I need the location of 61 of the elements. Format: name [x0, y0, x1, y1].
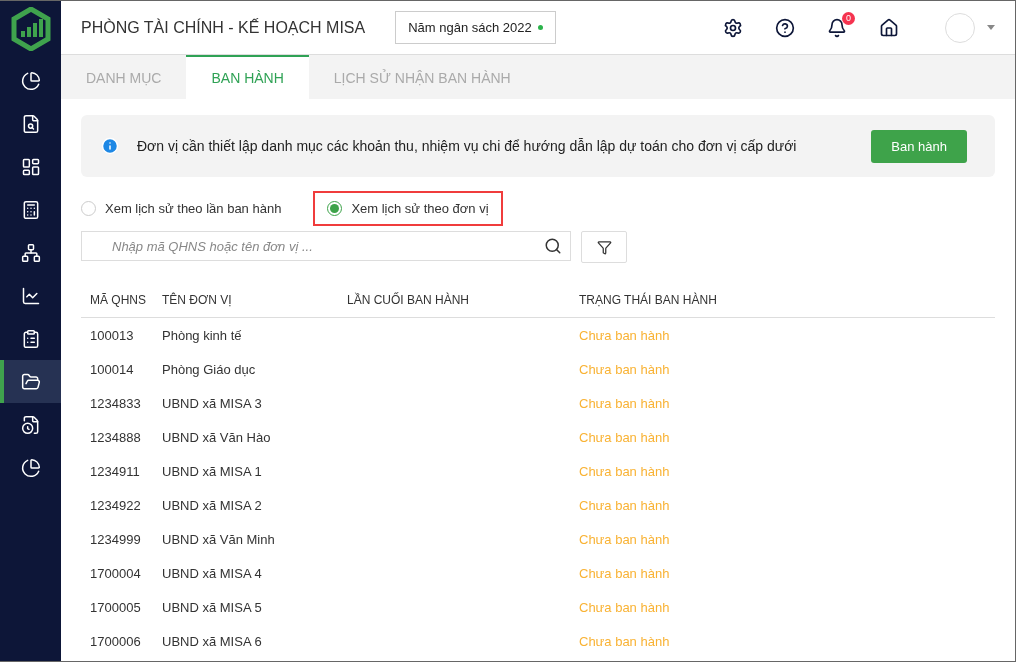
- info-icon: [101, 137, 119, 155]
- budget-year-selector[interactable]: Năm ngân sách 2022: [395, 11, 556, 44]
- pie-chart-icon: [20, 457, 41, 478]
- table-cell-text: 100014: [90, 361, 135, 377]
- table-cell-text: 100013: [90, 327, 135, 343]
- status-text: Chưa ban hành: [579, 463, 671, 479]
- table-cell-text: Phòng kinh tế: [162, 327, 243, 343]
- tab[interactable]: LỊCH SỬ NHẬN BAN HÀNH: [308, 55, 536, 99]
- table-cell-text: 1234888: [90, 429, 142, 445]
- filter-button[interactable]: [581, 231, 627, 263]
- table-cell-text: UBND xã MISA 2: [162, 497, 263, 513]
- table-cell-text: UBND xã Văn Hào: [162, 429, 272, 445]
- publish-button[interactable]: Ban hành: [871, 129, 967, 163]
- table-cell-text: 1234999: [90, 531, 142, 547]
- caret-icon[interactable]: [987, 25, 995, 30]
- logo-icon: [10, 7, 51, 51]
- notification-badge: 0: [842, 11, 855, 25]
- hierarchy-icon: [20, 242, 41, 263]
- tab[interactable]: DANH MỤC: [61, 55, 187, 99]
- tab[interactable]: BAN HÀNH: [186, 55, 309, 99]
- status-text: Chưa ban hành: [579, 497, 671, 513]
- status-text: Chưa ban hành: [579, 599, 671, 615]
- status-dot: [537, 25, 543, 30]
- search-field[interactable]: Nhập mã QHNS hoặc tên đơn vị ...: [81, 231, 571, 261]
- radio-label: Xem lịch sử theo lần ban hành: [105, 200, 282, 216]
- banner-message: Đơn vị cần thiết lập danh mục các khoản thu, nhiệm vụ chi để hướng dẫn lập dự toán cho đơn vị cấp dưới: [137, 138, 798, 154]
- table-cell-text: UBND xã MISA 3: [162, 395, 263, 411]
- status-text: Chưa ban hành: [579, 361, 671, 377]
- table-cell-text: 1234911: [90, 463, 141, 479]
- pie-chart-icon: [20, 70, 41, 91]
- page-title: PHÒNG TÀI CHÍNH - KẾ HOẠCH MISA: [81, 18, 366, 37]
- status-text: Chưa ban hành: [579, 633, 671, 649]
- column-header: LẦN CUỐI BAN HÀNH: [347, 293, 471, 307]
- table-cell-text: UBND xã MISA 6: [162, 633, 263, 649]
- line-chart-icon: [20, 285, 41, 306]
- column-header: TRẠNG THÁI BAN HÀNH: [579, 293, 718, 307]
- table-cell-text: UBND xã MISA 1: [162, 463, 263, 479]
- folder-icon: [20, 371, 41, 392]
- column-header: TÊN ĐƠN VỊ: [162, 293, 233, 307]
- table-cell-text: UBND xã Văn Minh: [162, 531, 276, 547]
- table-cell-text: 1234922: [90, 497, 142, 513]
- sidebar-item[interactable]: [0, 360, 61, 403]
- radio-label: Xem lịch sử theo đơn vị: [351, 200, 489, 216]
- filter-icon: [596, 239, 612, 255]
- table-cell-text: UBND xã MISA 4: [162, 565, 263, 581]
- file-clock-icon: [20, 414, 41, 435]
- status-text: Chưa ban hành: [579, 565, 671, 581]
- table-cell-text: Phòng Giáo dục: [162, 361, 257, 377]
- status-text: Chưa ban hành: [579, 531, 671, 547]
- table-cell-text: UBND xã MISA 5: [162, 599, 263, 615]
- table-cell-text: 1234833: [90, 395, 142, 411]
- table-cell-text: 1700006: [90, 633, 142, 649]
- notification-button[interactable]: 0: [827, 11, 855, 38]
- search-icon: [544, 237, 562, 255]
- status-text: Chưa ban hành: [579, 395, 671, 411]
- dashboard-icon: [20, 156, 41, 177]
- table-cell-text: 1700005: [90, 599, 142, 615]
- column-header: MÃ QHNS: [90, 293, 147, 307]
- status-text: Chưa ban hành: [579, 327, 671, 343]
- status-text: Chưa ban hành: [579, 429, 671, 445]
- table-cell-text: 1700004: [90, 565, 142, 581]
